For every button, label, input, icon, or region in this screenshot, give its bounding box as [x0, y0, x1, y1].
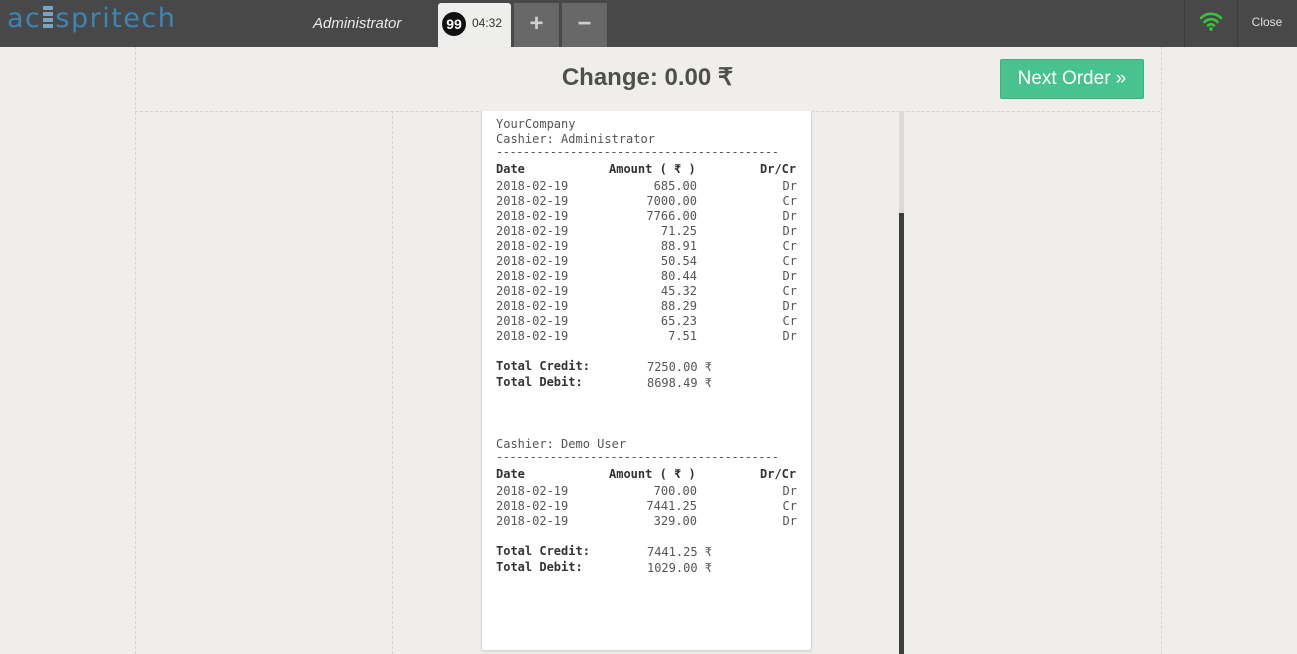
total-credit-value: 7441.25 ₹ — [646, 545, 712, 559]
next-order-button[interactable]: Next Order » — [1000, 59, 1144, 99]
row-amount: 65.23 — [660, 314, 697, 328]
order-number-badge: 99 — [442, 12, 466, 36]
row-date: 2018-02-19 — [496, 224, 569, 238]
row-drcr: Cr — [782, 499, 797, 513]
row-date: 2018-02-19 — [496, 239, 569, 253]
row-date: 2018-02-19 — [496, 254, 569, 268]
row-amount: 7.51 — [668, 329, 697, 343]
receipt-header: Change: 0.00 ₹ Next Order » — [135, 47, 1160, 112]
row-amount: 45.32 — [660, 284, 697, 298]
column-date: Date — [496, 162, 525, 176]
close-button[interactable]: Close — [1237, 0, 1297, 47]
row-drcr: Dr — [782, 484, 797, 498]
row-date: 2018-02-19 — [496, 284, 569, 298]
total-debit-value: 1029.00 ₹ — [646, 561, 712, 575]
cashier-line: Cashier: Administrator — [496, 132, 655, 146]
total-debit-label: Total Debit: — [496, 375, 583, 389]
row-amount: 685.00 — [653, 179, 697, 193]
row-date: 2018-02-19 — [496, 179, 569, 193]
row-drcr: Cr — [782, 284, 797, 298]
divider-text: ----------------------------------------… — [496, 145, 779, 159]
total-credit-label: Total Credit: — [496, 544, 590, 558]
top-bar: ac spritech Administrator 99 04:32 + − Cl… — [0, 0, 1297, 47]
row-date: 2018-02-19 — [496, 269, 569, 283]
order-time: 04:32 — [472, 16, 503, 30]
row-drcr: Dr — [782, 269, 797, 283]
row-amount: 71.25 — [660, 224, 697, 238]
divider-text: ----------------------------------------… — [496, 450, 779, 464]
row-drcr: Cr — [782, 194, 797, 208]
total-debit-value: 8698.49 ₹ — [646, 376, 712, 390]
company-logo: ac spritech — [7, 2, 176, 36]
logo-mark-icon — [43, 6, 54, 30]
row-date: 2018-02-19 — [496, 299, 569, 313]
column-drcr: Dr/Cr — [760, 467, 797, 481]
row-drcr: Cr — [782, 314, 797, 328]
scrollbar-thumb[interactable] — [899, 213, 904, 654]
cashier-name[interactable]: Administrator — [313, 15, 401, 32]
logo-text-right: spritech — [55, 3, 177, 34]
add-order-button[interactable]: + — [514, 3, 559, 47]
row-amount: 88.91 — [660, 239, 697, 253]
divider-line — [392, 111, 393, 654]
row-drcr: Dr — [782, 179, 797, 193]
row-amount: 700.00 — [653, 484, 697, 498]
row-amount: 7766.00 — [646, 209, 697, 223]
total-debit-label: Total Debit: — [496, 560, 583, 574]
row-date: 2018-02-19 — [496, 484, 569, 498]
wifi-icon — [1199, 12, 1223, 31]
total-credit-label: Total Credit: — [496, 359, 590, 373]
row-amount: 88.29 — [660, 299, 697, 313]
column-amount: Amount ( ₹ ) — [609, 162, 696, 176]
company-name: YourCompany — [496, 117, 576, 131]
row-drcr: Cr — [782, 254, 797, 268]
row-drcr: Dr — [782, 209, 797, 223]
row-date: 2018-02-19 — [496, 514, 569, 528]
logo-text-left: ac — [7, 3, 42, 34]
column-amount: Amount ( ₹ ) — [609, 467, 696, 481]
row-date: 2018-02-19 — [496, 329, 569, 343]
connection-status[interactable] — [1184, 0, 1238, 47]
row-date: 2018-02-19 — [496, 314, 569, 328]
row-drcr: Cr — [782, 239, 797, 253]
row-date: 2018-02-19 — [496, 209, 569, 223]
row-drcr: Dr — [782, 514, 797, 528]
row-amount: 7441.25 — [646, 499, 697, 513]
row-drcr: Dr — [782, 299, 797, 313]
column-drcr: Dr/Cr — [760, 162, 797, 176]
row-drcr: Dr — [782, 329, 797, 343]
cashier-line: Cashier: Demo User — [496, 437, 627, 451]
remove-order-button[interactable]: − — [562, 3, 607, 47]
row-amount: 7000.00 — [646, 194, 697, 208]
total-credit-value: 7250.00 ₹ — [646, 360, 712, 374]
column-date: Date — [496, 467, 525, 481]
row-drcr: Dr — [782, 224, 797, 238]
row-amount: 329.00 — [653, 514, 697, 528]
row-amount: 50.54 — [660, 254, 697, 268]
row-date: 2018-02-19 — [496, 499, 569, 513]
row-date: 2018-02-19 — [496, 194, 569, 208]
receipt-paper: YourCompany Cashier: Administrator -----… — [481, 111, 812, 651]
order-tab[interactable]: 99 04:32 — [438, 3, 511, 47]
row-amount: 80.44 — [660, 269, 697, 283]
